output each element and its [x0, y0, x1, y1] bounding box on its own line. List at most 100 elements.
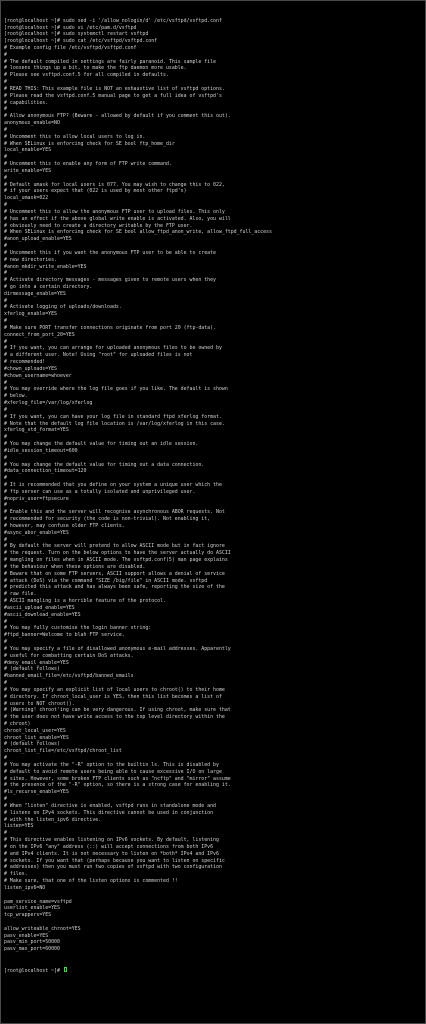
- output-line: # Uncomment this if you want the anonymo…: [4, 249, 216, 256]
- output-line: # It is recommended that you define on y…: [4, 482, 222, 488]
- output-line: # The default compiled in settings are f…: [4, 58, 216, 65]
- output-line: # Enable this and the server will recogn…: [4, 509, 225, 516]
- output-line: # Activate logging of uploads/downloads.: [4, 304, 122, 311]
- output-line: pam_service_name=vsftpd: [4, 898, 72, 905]
- output-line: #xferlog_file=/var/log/xferlog: [4, 400, 93, 407]
- output-line: # go into a certain directory.: [4, 283, 93, 290]
- output-line: # Default umask for local users is 077. …: [4, 181, 225, 188]
- output-line: listen_ipv6=NO: [4, 884, 46, 891]
- output-line: #: [4, 126, 7, 133]
- output-line: #: [4, 406, 7, 413]
- terminal-lines: [root@localhost ~]# sudo sed -i '/allow_…: [4, 18, 423, 953]
- output-line: # This directive enables listening on IP…: [4, 837, 219, 844]
- output-line: # new directories.: [4, 256, 57, 263]
- output-line: # Make sure PORT transfer connections or…: [4, 324, 216, 331]
- terminal-output[interactable]: [root@localhost ~]# sudo sed -i '/allow_…: [4, 4, 423, 987]
- terminal-window[interactable]: [root@localhost ~]# sudo sed -i '/allow_…: [0, 0, 426, 1024]
- output-line: #: [4, 338, 7, 345]
- output-line: # on the IPv6 "any" address (::) will ac…: [4, 843, 214, 850]
- output-line: # attack (DoS) via the command "SIZE /bi…: [4, 577, 208, 584]
- output-line: connect_from_port_20=YES: [4, 331, 75, 338]
- output-line: # If you want, you can arrange for uploa…: [4, 345, 222, 352]
- output-line: # Please see vsftpd.conf.5 for all compi…: [4, 72, 169, 79]
- output-line: # Note that the default log file locatio…: [4, 420, 225, 427]
- output-line: #ls_recurse_enable=YES: [4, 789, 69, 796]
- output-line: # raw file.: [4, 591, 37, 598]
- output-line: # Beware that on some FTP servers, ASCII…: [4, 570, 225, 577]
- output-line: xferlog_std_format=YES: [4, 427, 69, 434]
- output-line: #idle_session_timeout=600: [4, 447, 78, 454]
- output-line: # listens on IPv4 sockets. This directiv…: [4, 809, 214, 816]
- output-line: #: [4, 79, 7, 86]
- output-line: # mangling on files when in ASCII mode. …: [4, 557, 228, 564]
- output-line: #async_abor_enable=YES: [4, 529, 69, 536]
- output-line: #: [4, 639, 7, 646]
- output-line: # Uncomment this to allow the anonymous …: [4, 208, 225, 215]
- output-line: # Activate directory messages - messages…: [4, 277, 216, 284]
- output-line: # predicted this attack and has always b…: [4, 584, 225, 591]
- output-line: #ascii_upload_enable=YES: [4, 604, 75, 611]
- output-line: # When SELinux is enforcing check for SE…: [4, 229, 272, 236]
- output-line: # When "listen" directive is enabled, vs…: [4, 802, 216, 809]
- output-line: # You may override where the log file go…: [4, 386, 228, 393]
- output-line: # By default the server will pretend to …: [4, 543, 225, 550]
- output-line: # READ THIS: This example file is NOT an…: [4, 85, 225, 92]
- output-line: # default to avoid remote users being ab…: [4, 768, 222, 775]
- output-line: # capabilities.: [4, 99, 49, 106]
- output-line: # has an effect if the above global writ…: [4, 215, 231, 222]
- output-line: #: [4, 536, 7, 543]
- output-line: #: [4, 434, 7, 441]
- output-line: # addresses) then you must run two copie…: [4, 864, 222, 871]
- output-line: #: [4, 680, 7, 687]
- output-line: xferlog_enable=YES: [4, 311, 57, 318]
- output-line: allow_writeable_chroot=YES: [4, 925, 81, 932]
- output-line: #anon_upload_enable=YES: [4, 236, 72, 243]
- output-line: [root@localhost ~]# sudo systemctl resta…: [4, 31, 149, 38]
- output-line: #: [4, 755, 7, 762]
- output-line: [root@localhost ~]# sudo sed -i '/allow_…: [4, 17, 222, 24]
- output-line: #: [4, 502, 7, 509]
- output-line: # (default follows): [4, 741, 60, 748]
- output-line: # with the listen_ipv6 directive.: [4, 816, 102, 823]
- output-line: # loosens things up a bit, to make the f…: [4, 65, 187, 72]
- output-line: #ascii_download_enable=YES: [4, 611, 81, 618]
- output-line: # You may specify a file of disallowed a…: [4, 645, 231, 652]
- output-line: #: [4, 154, 7, 161]
- output-line: # useful for combatting certain DoS atta…: [4, 652, 134, 659]
- output-line: # a different user. Note! Using "root" f…: [4, 352, 193, 359]
- output-line: # ASCII mangling is a horrible feature o…: [4, 598, 166, 605]
- output-line: #: [4, 174, 7, 181]
- output-line: [root@localhost ~]# sudo cat /etc/vsftpd…: [4, 38, 158, 45]
- output-line: # files.: [4, 871, 28, 878]
- output-line: userlist_enable=YES: [4, 905, 60, 912]
- output-line: # the request. Turn on the below options…: [4, 550, 231, 557]
- output-line: # obviously need to create a directory w…: [4, 222, 193, 229]
- output-line: # recommended for security (the code is …: [4, 516, 211, 523]
- output-line: # below.: [4, 393, 28, 400]
- output-line: #: [4, 297, 7, 304]
- output-line: pasv_min_port=50000: [4, 939, 60, 946]
- output-line: #: [4, 830, 7, 837]
- output-line: #: [4, 379, 7, 386]
- output-line: # the presence of the "-R" option, so th…: [4, 782, 231, 789]
- output-line: chroot_list_enable=YES: [4, 734, 69, 741]
- output-line: # sockets. If you want that (perhaps bec…: [4, 857, 225, 864]
- output-line: # When SELinux is enforcing check for SE…: [4, 140, 175, 147]
- output-line: # directory. If chroot_local_user is YES…: [4, 693, 222, 700]
- output-line: # Please read the vsftpd.conf.5 manual p…: [4, 92, 222, 99]
- output-line: tcp_wrappers=YES: [4, 912, 52, 919]
- output-line: #: [4, 270, 7, 277]
- output-line: #: [4, 454, 7, 461]
- output-line: #: [4, 475, 7, 482]
- output-line: #: [4, 796, 7, 803]
- output-line: # and IPv4 clients. It is not necessary …: [4, 850, 219, 857]
- command-prompt-line[interactable]: [root@localhost ~]#: [4, 966, 423, 974]
- output-line: #anon_mkdir_write_enable=YES: [4, 263, 87, 270]
- output-line: listen=YES: [4, 823, 34, 830]
- output-line: # sites. However, some broken FTP client…: [4, 775, 231, 782]
- output-line: # (default follows): [4, 666, 60, 673]
- output-line: pasv_enable=YES: [4, 932, 49, 939]
- output-line: #nopriv_user=ftpsecure: [4, 495, 69, 502]
- output-line: # Make sure, that one of the listen opti…: [4, 878, 178, 885]
